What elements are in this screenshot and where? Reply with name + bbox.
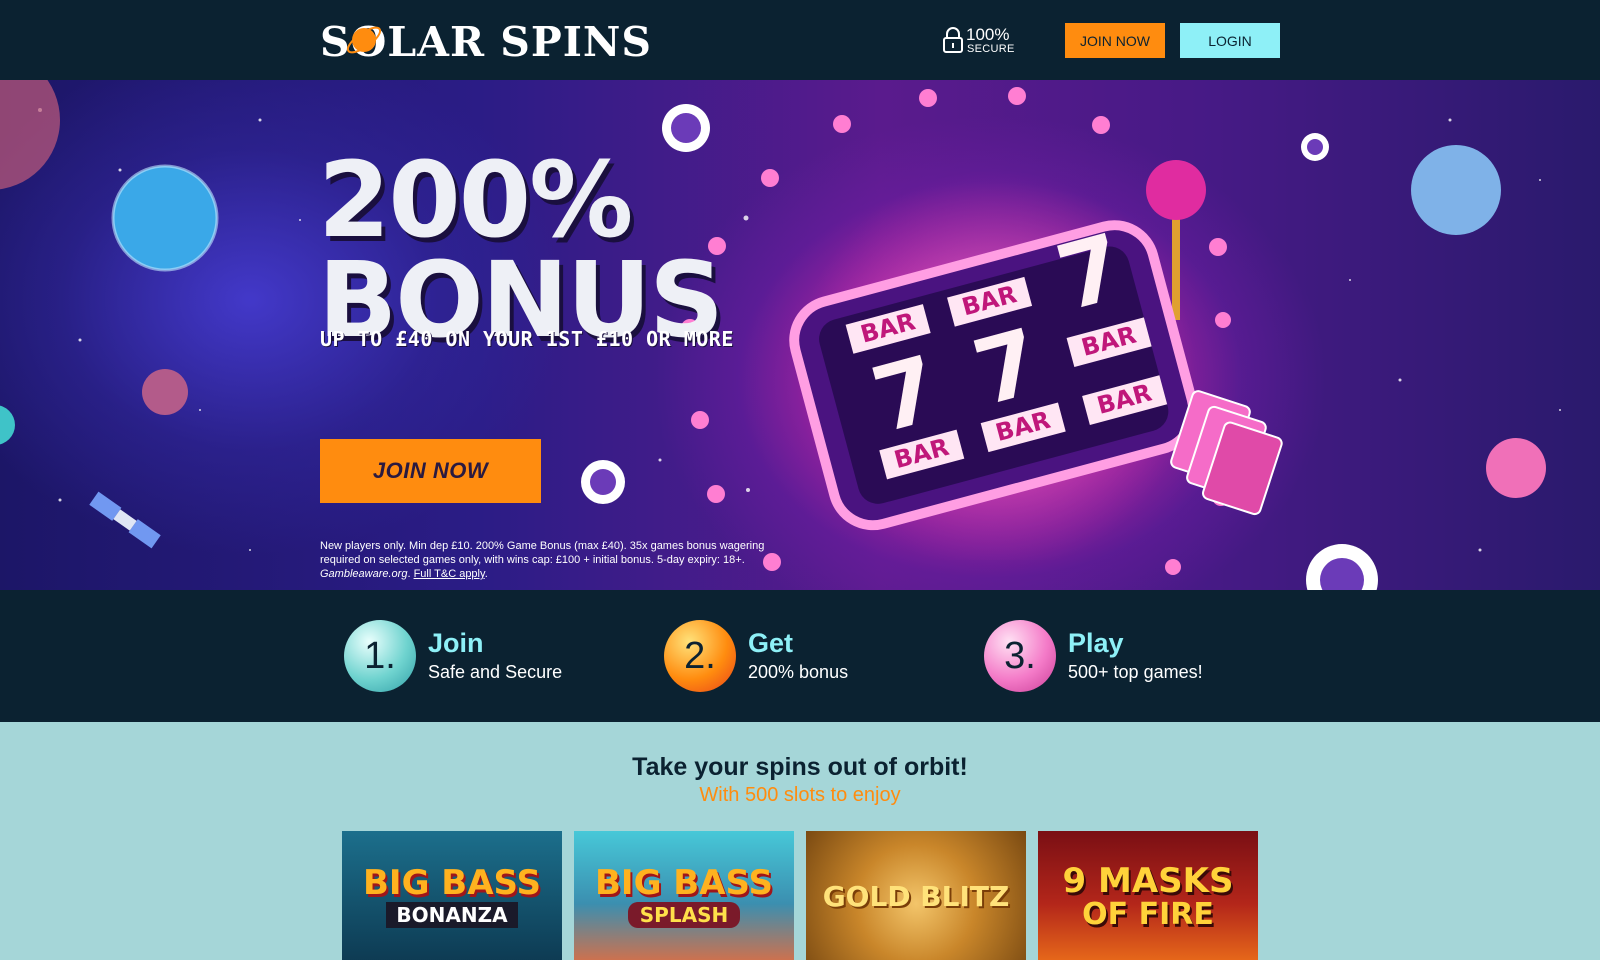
game-title-line1: BIG BASS (363, 863, 541, 903)
game-title-line2: SPLASH (627, 902, 741, 928)
step-title: Play (1068, 628, 1124, 658)
planet-orbit-icon (346, 26, 382, 54)
step-title: Join (428, 628, 484, 658)
game-title-line1: BIG BASS (595, 863, 773, 903)
terms-text: New players only. Min dep £10. 200% Game… (320, 540, 765, 580)
login-button[interactable]: LOGIN (1180, 23, 1280, 58)
game-tile-big-bass-splash[interactable]: BIG BASS SPLASH (574, 831, 794, 960)
games-subtitle: With 500 slots to enjoy (699, 784, 901, 806)
bonus-subheadline: UP TO £40 ON YOUR 1ST £10 OR MORE (320, 327, 734, 351)
game-tile-gold-blitz[interactable]: GOLD BLITZ (806, 831, 1026, 960)
secure-percent: 100% (966, 25, 1010, 44)
step-number-badge: 1. (344, 620, 416, 692)
games-section: Take your spins out of orbit! With 500 s… (0, 722, 1600, 960)
step-get: 2. Get 200% bonus (664, 620, 954, 692)
games-title: Take your spins out of orbit! (632, 753, 968, 781)
secure-label: SECURE (967, 43, 1015, 55)
lock-icon (943, 27, 963, 53)
step-title: Get (748, 628, 794, 658)
step-play: 3. Play 500+ top games! (984, 620, 1274, 692)
game-title-line1: 9 MASKS (1062, 861, 1234, 901)
step-number-badge: 3. (984, 620, 1056, 692)
bonus-headline: 200% BONUS (318, 139, 724, 352)
game-title-line2: OF FIRE (1082, 897, 1214, 932)
game-tile-9-masks-of-fire[interactable]: 9 MASKS OF FIRE (1038, 831, 1258, 960)
game-tile-big-bass-bonanza[interactable]: BIG BASS BONANZA (342, 831, 562, 960)
join-now-button[interactable]: JOIN NOW (1065, 23, 1165, 58)
hero-banner: 200% BONUS UP TO £40 ON YOUR 1ST £10 OR … (0, 80, 1600, 590)
steps-bar: 1. Join Safe and Secure 2. Get 200% bonu… (0, 590, 1600, 722)
site-header: SOLAR SPINS 100% SECURE JOIN NOW LOGIN (0, 0, 1600, 80)
slot-machine-illustration: BAR7BARBAR7BAR7BARBAR (789, 160, 1283, 560)
game-title-line2: BONANZA (386, 902, 518, 928)
gambleaware-text: Gambleaware.org (320, 568, 408, 580)
step-description: 200% bonus (748, 662, 849, 682)
terms-link[interactable]: Full T&C apply (414, 568, 485, 580)
bonus-headline-line1: 200% (318, 139, 633, 261)
step-description: 500+ top games! (1068, 662, 1203, 682)
hero-join-now-button[interactable]: JOIN NOW (320, 439, 541, 503)
step-join: 1. Join Safe and Secure (344, 620, 634, 692)
game-title-line1: GOLD BLITZ (822, 880, 1010, 913)
terms-body: New players only. Min dep £10. 200% Game… (320, 540, 765, 566)
solar-spins-logo[interactable]: SOLAR SPINS (320, 14, 651, 66)
step-number-badge: 2. (664, 620, 736, 692)
step-description: Safe and Secure (428, 662, 563, 682)
secure-badge: 100% SECURE (942, 25, 1022, 57)
